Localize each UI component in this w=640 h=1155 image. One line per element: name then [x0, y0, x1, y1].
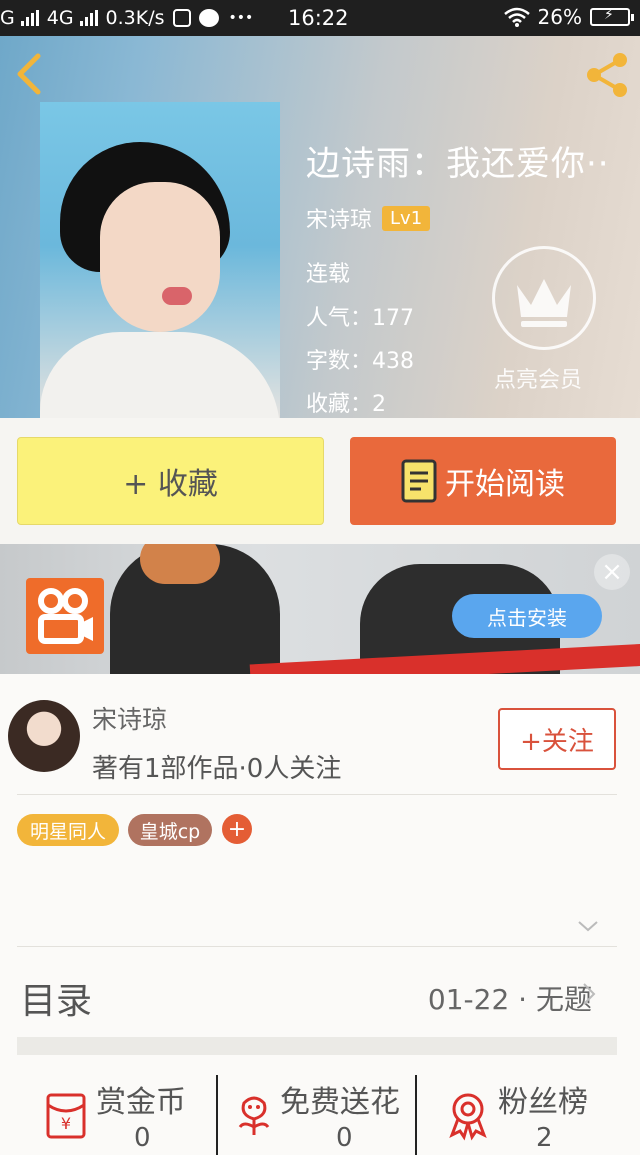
signal-icon-2 [79, 10, 98, 26]
level-badge: Lv1 [382, 205, 431, 231]
reward-coins-count: 0 [134, 1123, 151, 1153]
fan-ranking-label: 粉丝榜 [498, 1085, 588, 1120]
crown-icon [517, 279, 571, 327]
chevron-right-icon[interactable] [582, 982, 596, 1006]
author-name[interactable]: 宋诗琼 [92, 700, 167, 736]
book-cover[interactable] [40, 102, 280, 418]
book-favorites: 收藏：2 [306, 392, 386, 417]
battery-percent: 26% [537, 5, 582, 29]
start-reading-label: 开始阅读 [445, 467, 565, 502]
author-stats: 著有1部作品·0人关注 [92, 754, 342, 784]
follow-button[interactable]: +关注 [498, 708, 616, 770]
share-icon[interactable] [582, 50, 632, 100]
storage-icon [172, 9, 191, 27]
svg-text:¥: ¥ [61, 1114, 71, 1133]
network-speed: 0.3K/s [105, 7, 165, 29]
tag-star-fanfic[interactable]: 明星同人 [17, 814, 119, 846]
tag-palace-cp[interactable]: 皇城cp [128, 814, 212, 846]
book-title: 边诗雨：我还爱你·· [306, 144, 610, 184]
latest-chapter[interactable]: 01-22 · 无题 [428, 978, 592, 1018]
red-envelope-icon: ¥ [46, 1093, 86, 1139]
ad-install-button[interactable]: 点击安装 [452, 594, 602, 638]
battery-icon: ⚡ [590, 7, 634, 26]
app-logo-icon [38, 588, 93, 644]
fan-ranking-button[interactable]: 粉丝榜 2 [442, 1075, 622, 1155]
author-avatar[interactable] [8, 700, 80, 772]
divider [17, 946, 617, 947]
flower-icon [238, 1096, 270, 1135]
status-bar: G 4G 0.3K/s ••• 16:22 26% ⚡ [0, 0, 640, 36]
app-icon [198, 9, 219, 27]
back-icon[interactable] [10, 50, 50, 98]
fan-ranking-count: 2 [536, 1123, 553, 1153]
reward-coins-label: 赏金币 [96, 1085, 186, 1120]
book-icon [401, 459, 437, 503]
add-tag-button[interactable]: + [222, 814, 252, 844]
chevron-down-icon[interactable] [576, 918, 600, 934]
toc-label[interactable]: 目录 [20, 972, 92, 1024]
wifi-icon [503, 7, 530, 27]
send-flowers-button[interactable]: 免费送花 0 [228, 1075, 413, 1155]
award-ribbon-icon [449, 1093, 487, 1141]
vip-crown-button[interactable] [492, 246, 596, 350]
clock: 16:22 [288, 6, 349, 30]
book-author-row: 宋诗琼 Lv1 [306, 202, 431, 234]
book-word-count: 字数：438 [306, 349, 414, 374]
section-separator [17, 1037, 617, 1055]
divider [216, 1075, 218, 1155]
kuaishou-logo[interactable] [26, 578, 104, 654]
vip-label[interactable]: 点亮会员 [494, 362, 582, 394]
book-popularity: 人气：177 [306, 306, 414, 331]
send-flowers-count: 0 [336, 1123, 353, 1153]
collect-button[interactable]: + 收藏 [17, 437, 324, 525]
book-header: 边诗雨：我还爱你·· 宋诗琼 Lv1 连载 人气：177 字数：438 收藏：2… [0, 36, 640, 418]
book-author[interactable]: 宋诗琼 [306, 202, 372, 234]
reward-coins-button[interactable]: ¥ 赏金币 0 [40, 1075, 210, 1155]
start-reading-button[interactable]: 开始阅读 [350, 437, 616, 525]
divider [17, 794, 617, 795]
send-flowers-label: 免费送花 [280, 1085, 400, 1120]
more-icon: ••• [228, 10, 254, 26]
signal-icon [20, 10, 39, 26]
divider [415, 1075, 417, 1155]
network-label: 4G [46, 7, 74, 29]
carrier-label: G [0, 7, 15, 29]
ad-close-icon[interactable]: × [594, 554, 630, 590]
book-status: 连载 [306, 262, 351, 287]
